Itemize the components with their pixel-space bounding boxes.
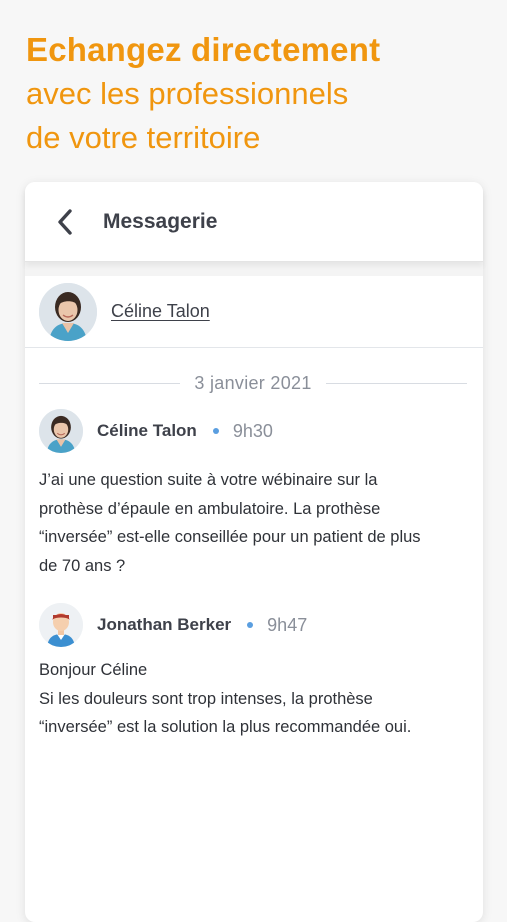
message: Jonathan Berker 9h47 Bonjour Céline Si l… [25, 602, 483, 742]
contact-name-link[interactable]: Céline Talon [111, 301, 210, 322]
message-line: de 70 ans ? [39, 556, 126, 575]
back-button[interactable] [55, 207, 79, 237]
message-header: Céline Talon 9h30 [39, 408, 471, 454]
message-time: 9h30 [232, 420, 273, 441]
message-line: J’ai une question suite à votre wébinair… [39, 471, 378, 489]
chevron-left-icon [58, 208, 72, 235]
hero-title: Echangez directement [26, 31, 381, 68]
message-author: Jonathan Berker [97, 615, 232, 634]
message-author: Céline Talon [97, 421, 197, 440]
date-label: 3 janvier 2021 [194, 372, 312, 393]
hero-subtitle-line-2: de votre territoire [26, 120, 261, 155]
message-line: “inversée” est la solution la plus recom… [39, 718, 412, 736]
messaging-card: Messagerie Céline Talon 3 janvier 2021 C… [25, 182, 483, 922]
separator-dot [247, 622, 254, 628]
messaging-header: Messagerie [25, 182, 483, 262]
contact-avatar[interactable] [39, 282, 97, 341]
message-line: prothèse d’épaule en ambulatoire. La pro… [39, 499, 381, 518]
date-separator: 3 janvier 2021 [25, 370, 483, 396]
author-avatar[interactable] [39, 603, 83, 647]
message-header: Jonathan Berker 9h47 [39, 602, 471, 648]
message-body: J’ai une question suite à votre wébinair… [39, 466, 471, 580]
contact-row[interactable]: Céline Talon [25, 276, 483, 348]
divider [39, 382, 181, 384]
divider [325, 382, 467, 384]
message: Céline Talon 9h30 J’ai une question suit… [25, 408, 483, 580]
message-line: Bonjour Céline [39, 661, 148, 679]
separator-dot [212, 428, 219, 434]
hero-banner: Echangez directement avec les profession… [26, 28, 496, 160]
hero-subtitle-line-1: avec les professionnels [26, 76, 349, 111]
message-line: Si les douleurs sont trop intenses, la p… [39, 689, 373, 708]
author-avatar[interactable] [39, 409, 83, 453]
message-time: 9h47 [267, 614, 308, 635]
page-title: Messagerie [103, 209, 218, 233]
doctor-avatar-icon [39, 603, 83, 647]
message-body: Bonjour Céline Si les douleurs sont trop… [39, 656, 471, 742]
message-line: “inversée” est-elle conseillée pour un p… [39, 528, 421, 546]
header-spacer [25, 262, 483, 276]
